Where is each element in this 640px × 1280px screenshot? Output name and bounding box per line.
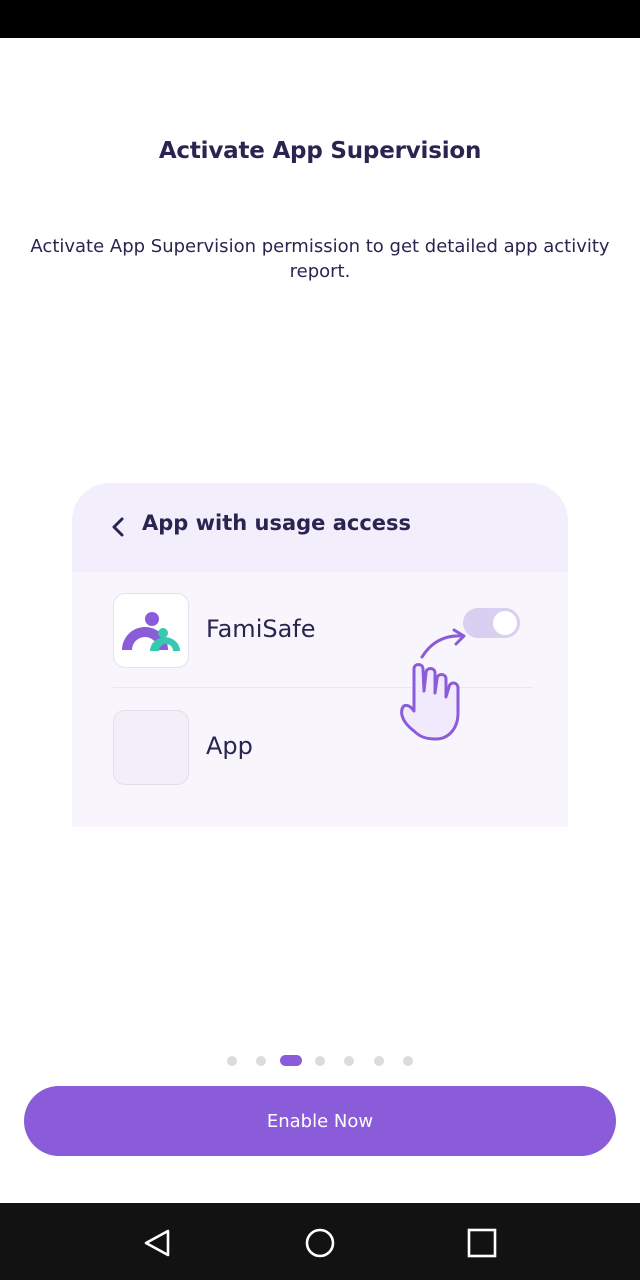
- home-icon[interactable]: [300, 1223, 340, 1263]
- tutorial-illustration: App with usage access FamiSafe App: [72, 483, 568, 827]
- chevron-left-icon: [112, 517, 124, 537]
- back-icon[interactable]: [138, 1223, 178, 1263]
- page-dot: [374, 1056, 384, 1066]
- famisafe-logo-icon: [113, 593, 189, 668]
- page-indicator: [0, 1055, 640, 1067]
- page-dot: [227, 1056, 237, 1066]
- blank-app-icon: [113, 710, 189, 785]
- recents-icon[interactable]: [462, 1223, 502, 1263]
- page-dot: [344, 1056, 354, 1066]
- illustration-header-title: App with usage access: [142, 511, 412, 535]
- app-row-app: App: [72, 689, 568, 803]
- system-navigation-bar: [0, 1203, 640, 1280]
- illustration-header: App with usage access: [72, 483, 568, 572]
- app-name-app: App: [206, 732, 253, 760]
- page-dot: [403, 1056, 413, 1066]
- page-dot: [315, 1056, 325, 1066]
- page-title: Activate App Supervision: [158, 138, 482, 164]
- page-description: Activate App Supervision permission to g…: [30, 236, 610, 282]
- page-dot: [256, 1056, 266, 1066]
- status-bar: [0, 0, 640, 38]
- enable-now-button[interactable]: Enable Now: [24, 1086, 616, 1156]
- app-name-famisafe: FamiSafe: [206, 615, 316, 643]
- page-dot-active: [280, 1055, 302, 1066]
